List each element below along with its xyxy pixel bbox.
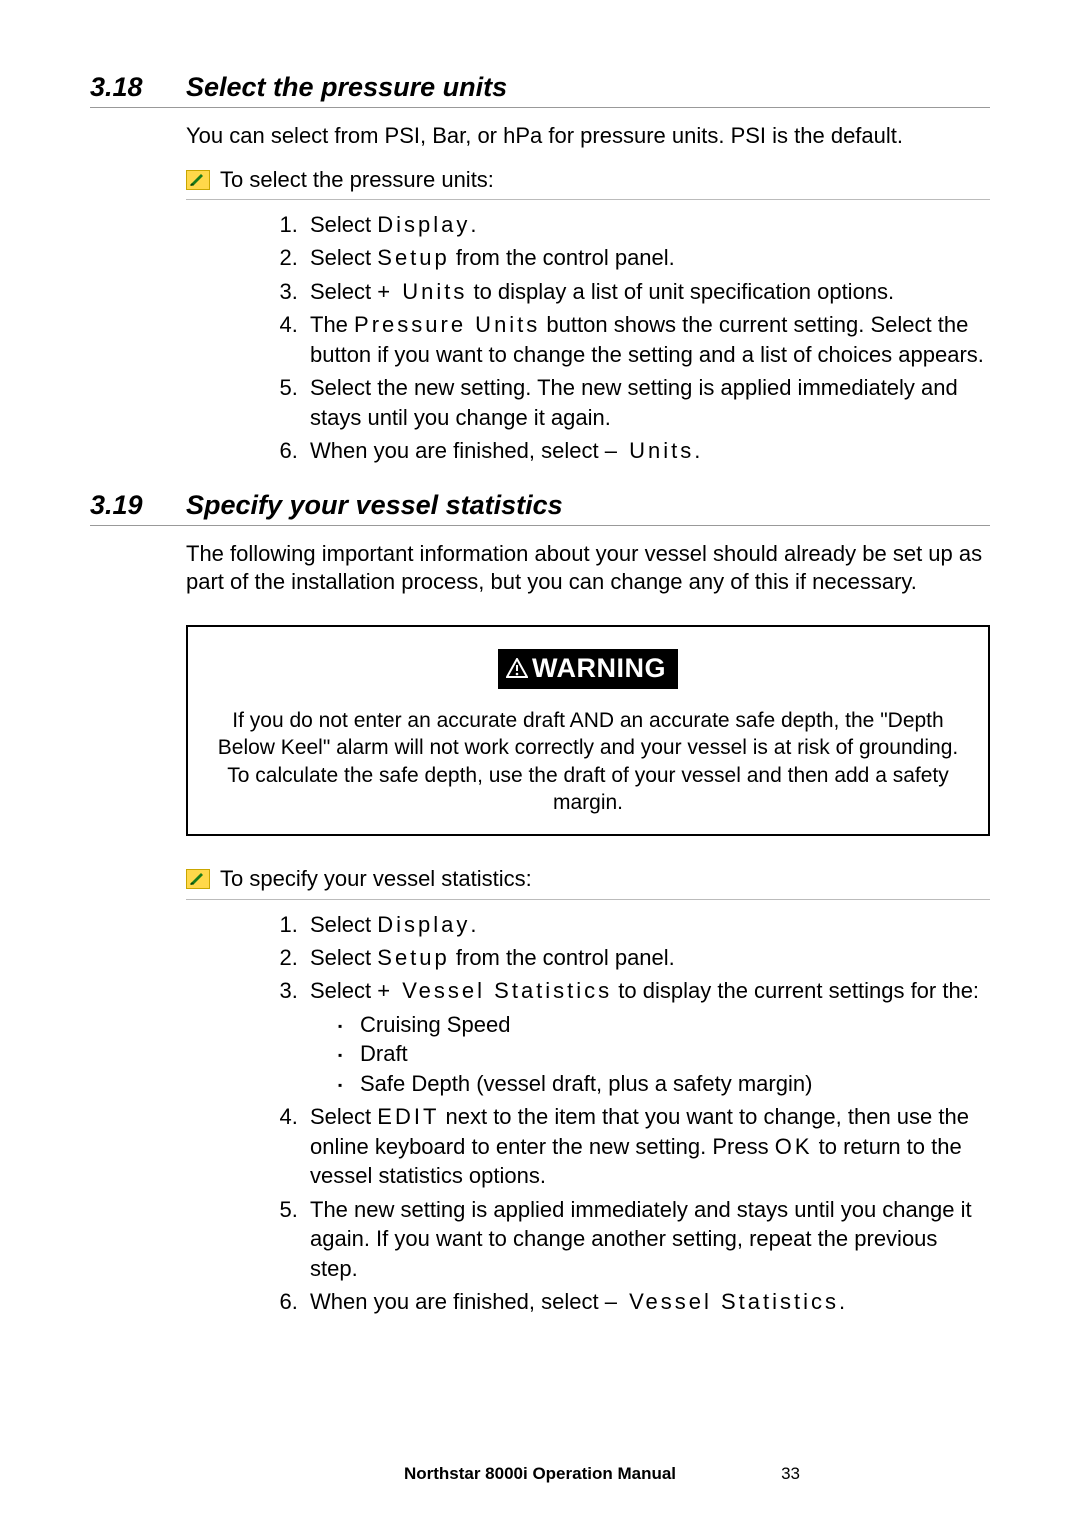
- page-footer: Northstar 8000i Operation Manual 33: [0, 1464, 1080, 1484]
- section-intro: You can select from PSI, Bar, or hPa for…: [186, 122, 990, 151]
- footer-title: Northstar 8000i Operation Manual: [404, 1464, 676, 1483]
- task-label: To specify your vessel statistics:: [220, 866, 532, 892]
- task-header: To specify your vessel statistics:: [186, 864, 990, 899]
- step: The Pressure Units button shows the curr…: [304, 310, 990, 369]
- step: Select + Units to display a list of unit…: [304, 277, 990, 306]
- step: Select EDIT next to the item that you wa…: [304, 1102, 990, 1190]
- step: When you are finished, select – Units.: [304, 436, 990, 465]
- sub-item: Cruising Speed: [338, 1010, 990, 1039]
- step: Select Setup from the control panel.: [304, 943, 990, 972]
- step: Select Setup from the control panel.: [304, 243, 990, 272]
- step: When you are finished, select – Vessel S…: [304, 1287, 990, 1316]
- warning-label: WARNING: [498, 649, 678, 689]
- section-number: 3.18: [90, 72, 186, 103]
- warning-icon: [506, 654, 528, 685]
- step: Select + Vessel Statistics to display th…: [304, 976, 990, 1098]
- step: The new setting is applied immediately a…: [304, 1195, 990, 1283]
- section-intro: The following important information abou…: [186, 540, 990, 597]
- steps-list: Select Display. Select Setup from the co…: [186, 910, 990, 1317]
- step: Select Display.: [304, 910, 990, 939]
- page-number: 33: [781, 1464, 800, 1484]
- steps-list: Select Display. Select Setup from the co…: [186, 210, 990, 466]
- section-number: 3.19: [90, 490, 186, 521]
- pencil-icon: [186, 869, 210, 889]
- warning-box: WARNING If you do not enter an accurate …: [186, 625, 990, 836]
- section-title: Specify your vessel statistics: [186, 490, 563, 521]
- sub-item: Draft: [338, 1039, 990, 1068]
- task-header: To select the pressure units:: [186, 165, 990, 200]
- warning-text: If you do not enter an accurate draft AN…: [210, 707, 966, 816]
- section-title: Select the pressure units: [186, 72, 507, 103]
- section-heading-318: 3.18 Select the pressure units: [90, 72, 990, 108]
- step: Select Display.: [304, 210, 990, 239]
- step: Select the new setting. The new setting …: [304, 373, 990, 432]
- sub-list: Cruising Speed Draft Safe Depth (vessel …: [310, 1010, 990, 1098]
- sub-item: Safe Depth (vessel draft, plus a safety …: [338, 1069, 990, 1098]
- section-heading-319: 3.19 Specify your vessel statistics: [90, 490, 990, 526]
- task-label: To select the pressure units:: [220, 167, 494, 193]
- pencil-icon: [186, 170, 210, 190]
